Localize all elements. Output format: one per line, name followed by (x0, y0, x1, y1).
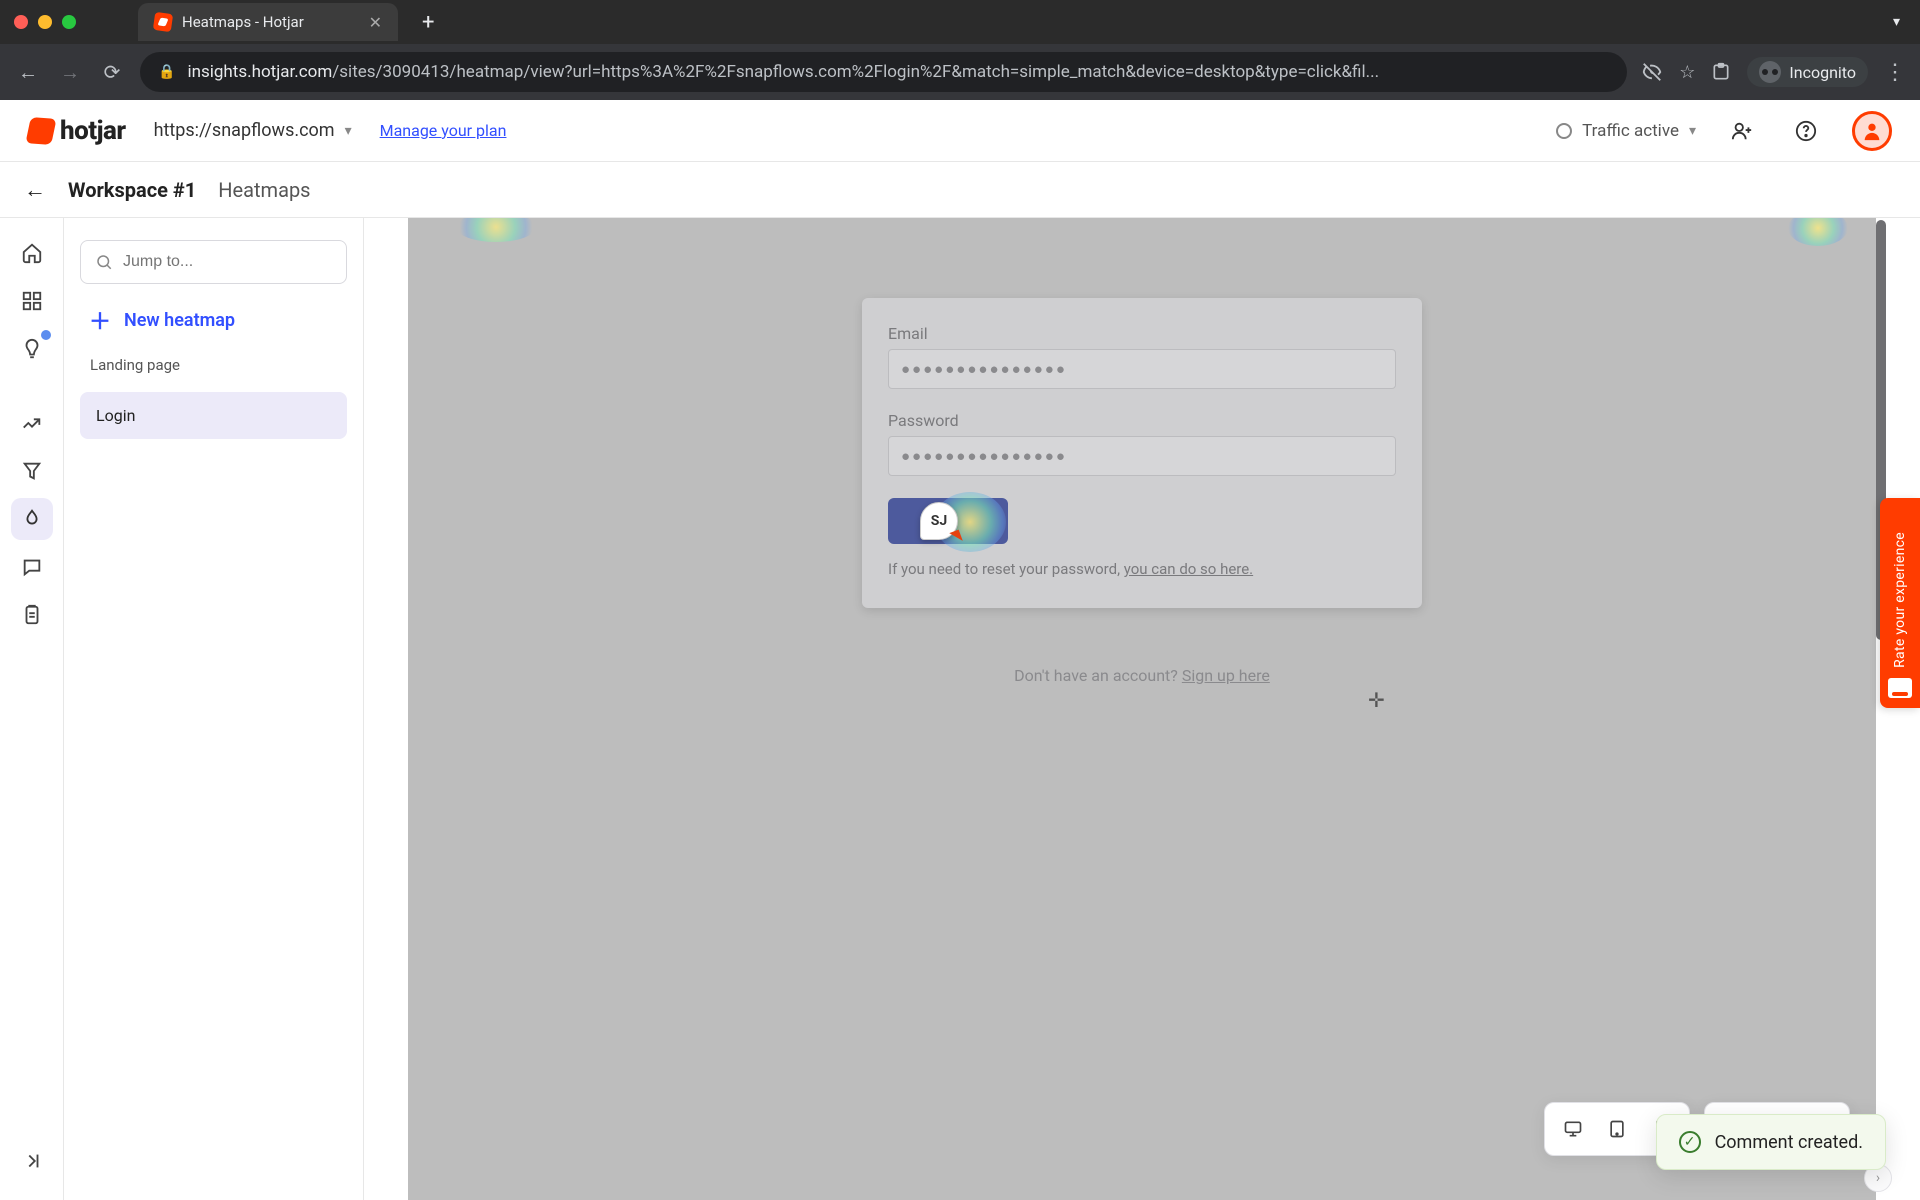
new-tab-button[interactable]: + (422, 10, 434, 35)
address-text: insights.hotjar.com/sites/3090413/heatma… (187, 62, 1609, 82)
window-maximize-button[interactable] (62, 15, 76, 29)
captured-page: Email Password SJ If you need t (408, 218, 1876, 1200)
heatmap-blob-icon (1788, 218, 1848, 246)
search-icon (95, 253, 113, 271)
window-close-button[interactable] (14, 15, 28, 29)
rate-experience-tab[interactable]: Rate your experience (1880, 498, 1920, 708)
traffic-status[interactable]: Traffic active ▾ (1556, 121, 1696, 141)
browser-reload-button[interactable]: ⟳ (98, 58, 126, 86)
hotjar-logo-icon (25, 117, 56, 145)
signup-link: Sign up here (1182, 666, 1270, 685)
browser-titlebar: Heatmaps - Hotjar ✕ + ▾ (0, 0, 1920, 44)
browser-menu-button[interactable]: ⋮ (1884, 60, 1906, 85)
login-button: SJ (888, 498, 1008, 544)
login-form-card: Email Password SJ If you need t (862, 298, 1422, 608)
new-heatmap-label: New heatmap (124, 310, 235, 331)
lock-icon: 🔒 (158, 64, 175, 80)
heatmap-blob-icon (456, 218, 536, 242)
device-desktop-button[interactable] (1555, 1111, 1591, 1147)
extensions-icon[interactable] (1711, 62, 1731, 82)
email-field (888, 349, 1396, 389)
heatmap-item-login[interactable]: Login (80, 392, 347, 439)
browser-back-button[interactable]: ← (14, 58, 42, 86)
nav-highlights[interactable] (11, 328, 53, 370)
nav-surveys[interactable] (11, 594, 53, 636)
device-tablet-button[interactable] (1599, 1111, 1635, 1147)
search-input-wrapper[interactable] (80, 240, 347, 284)
toast-comment-created: ✓ Comment created. (1656, 1114, 1886, 1170)
hotjar-favicon-icon (153, 12, 173, 32)
incognito-label: Incognito (1789, 63, 1856, 82)
search-input[interactable] (123, 253, 332, 271)
heatmap-viewport[interactable]: Email Password SJ If you need t (408, 218, 1876, 1200)
browser-chrome: Heatmaps - Hotjar ✕ + ▾ ← → ⟳ 🔒 insights… (0, 0, 1920, 100)
nav-heatmaps[interactable] (11, 498, 53, 540)
user-avatar[interactable] (1852, 111, 1892, 151)
browser-toolbar: ← → ⟳ 🔒 insights.hotjar.com/sites/309041… (0, 44, 1920, 100)
heatmaps-sidebar: ＋ New heatmap Landing page Login (64, 218, 364, 1200)
nav-trends[interactable] (11, 402, 53, 444)
traffic-indicator-icon (1556, 123, 1572, 139)
new-heatmap-button[interactable]: ＋ New heatmap (80, 302, 347, 338)
workspace-bar: ← Workspace #1 Heatmaps (0, 162, 1920, 218)
toolbar-icons: ☆ Incognito ⋮ (1641, 57, 1906, 87)
nav-rail (0, 218, 64, 1200)
password-label: Password (888, 411, 1396, 430)
comment-pin-initials: SJ (931, 513, 947, 529)
nav-funnels[interactable] (11, 450, 53, 492)
breadcrumb-current: Heatmaps (218, 178, 310, 202)
feedback-face-icon (1888, 678, 1912, 698)
check-circle-icon: ✓ (1679, 1131, 1701, 1153)
toast-message: Comment created. (1715, 1132, 1863, 1153)
nav-feedback[interactable] (11, 546, 53, 588)
plus-icon: ＋ (88, 308, 112, 332)
notification-dot-icon (41, 330, 51, 340)
chevron-down-icon: ▾ (1689, 123, 1696, 139)
window-minimize-button[interactable] (38, 15, 52, 29)
browser-tab[interactable]: Heatmaps - Hotjar ✕ (138, 3, 398, 41)
comment-pin[interactable]: SJ (920, 502, 958, 540)
traffic-label: Traffic active (1582, 121, 1679, 141)
site-selector-label: https://snapflows.com (154, 120, 335, 141)
tab-title: Heatmaps - Hotjar (182, 13, 359, 31)
eye-off-icon[interactable] (1641, 61, 1663, 83)
back-button[interactable]: ← (24, 177, 46, 203)
app-header: hotjar https://snapflows.com ▾ Manage yo… (0, 100, 1920, 162)
reset-password-link: you can do so here. (1124, 560, 1253, 578)
address-bar[interactable]: 🔒 insights.hotjar.com/sites/3090413/heat… (140, 52, 1627, 92)
chevron-down-icon: ▾ (345, 123, 352, 139)
window-controls (14, 15, 76, 29)
reset-password-text: If you need to reset your password, you … (888, 560, 1396, 578)
browser-forward-button[interactable]: → (56, 58, 84, 86)
hotjar-logo-text: hotjar (60, 116, 126, 146)
site-selector[interactable]: https://snapflows.com ▾ (154, 120, 352, 141)
manage-plan-link[interactable]: Manage your plan (380, 121, 507, 140)
incognito-badge[interactable]: Incognito (1747, 57, 1868, 87)
password-field (888, 436, 1396, 476)
nav-collapse-button[interactable] (11, 1140, 53, 1182)
signup-text: Don't have an account? Sign up here (408, 666, 1876, 685)
bookmark-star-icon[interactable]: ☆ (1679, 62, 1695, 83)
nav-home[interactable] (11, 232, 53, 274)
invite-user-button[interactable] (1724, 113, 1760, 149)
incognito-icon (1759, 61, 1781, 83)
tab-close-button[interactable]: ✕ (369, 13, 382, 32)
rate-experience-label: Rate your experience (1892, 526, 1908, 678)
main-content: ＋ New heatmap Landing page Login Email P… (0, 218, 1920, 1200)
help-button[interactable] (1788, 113, 1824, 149)
workspace-name: Workspace #1 (68, 178, 196, 202)
heatmap-canvas: Email Password SJ If you need t (364, 218, 1920, 1200)
hotjar-logo[interactable]: hotjar (28, 116, 126, 146)
sidebar-section-label: Landing page (80, 356, 347, 374)
tabs-overflow-icon[interactable]: ▾ (1893, 14, 1900, 30)
nav-dashboards[interactable] (11, 280, 53, 322)
email-label: Email (888, 324, 1396, 343)
